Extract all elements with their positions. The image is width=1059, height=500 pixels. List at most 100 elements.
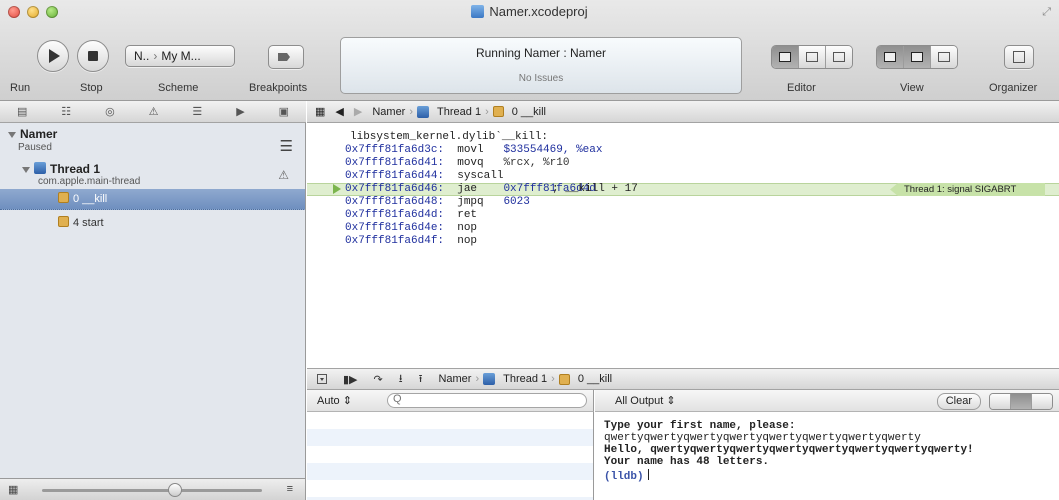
stack-compression-slider[interactable]	[42, 489, 262, 492]
assistant-editor-button[interactable]	[799, 46, 826, 68]
scheme-popup[interactable]: N.. › My M...	[125, 45, 235, 67]
editor-mode-segmented	[771, 45, 853, 69]
disassembly-editor[interactable]: libsystem_kernel.dylib`__kill: 0x7fff81f…	[307, 123, 1059, 368]
navigator-panel-icon	[884, 52, 896, 62]
breadcrumb-item-thread[interactable]: Thread 1	[437, 106, 481, 118]
hide-debug-area-icon[interactable]	[317, 374, 327, 384]
project-navigator-icon[interactable]: ▤	[17, 105, 27, 118]
chevron-right-icon: ›	[475, 373, 480, 385]
standard-editor-button[interactable]	[772, 46, 799, 68]
related-items-icon[interactable]: ▦	[315, 105, 325, 118]
utilities-panel-icon	[938, 52, 950, 62]
thread-row[interactable]: Thread 1	[22, 162, 305, 176]
issue-navigator-icon[interactable]: ⚠	[149, 105, 159, 118]
show-variables-only-button[interactable]	[990, 394, 1011, 409]
step-over-icon[interactable]: ↷	[374, 373, 383, 386]
process-row[interactable]: Namer	[8, 127, 305, 141]
breadcrumb-item-frame[interactable]: 0 __kill	[512, 106, 546, 118]
navigator-filter-bar: ▦ ≡	[0, 478, 306, 500]
issues-status: No Issues	[518, 73, 564, 84]
debug-navigator-icon[interactable]: ☰	[192, 105, 202, 118]
debug-area-icon	[911, 52, 923, 62]
window-title: Namer.xcodeproj	[0, 4, 1059, 19]
slider-knob[interactable]	[168, 483, 182, 497]
clear-console-button[interactable]: Clear	[936, 393, 981, 410]
forward-arrow-icon[interactable]: ▶	[354, 105, 362, 118]
stack-frame-icon	[58, 192, 69, 203]
symbol-navigator-icon[interactable]: ☷	[61, 105, 71, 118]
disclosure-triangle-icon	[8, 132, 16, 138]
fullscreen-icon[interactable]: ⤢	[1042, 6, 1051, 19]
breakpoints-label: Breakpoints	[249, 82, 308, 94]
instruction-pointer-icon[interactable]	[333, 184, 341, 194]
breakpoint-navigator-icon[interactable]: ▶	[236, 105, 244, 118]
debug-navigator: Namer Paused ☰ Thread 1 com.apple.main-t…	[0, 123, 306, 478]
version-editor-icon	[833, 52, 845, 62]
assistant-editor-icon	[806, 52, 818, 62]
console-output-popup[interactable]: All Output ⇕	[615, 394, 676, 407]
scheme-target: N..	[134, 49, 150, 63]
console-prompt[interactable]: (lldb)	[604, 469, 649, 483]
stack-frame[interactable]: 4 start	[58, 216, 104, 229]
breadcrumb-item-project[interactable]: Namer	[438, 373, 471, 385]
variables-scope-popup[interactable]: Auto ⇕	[317, 394, 352, 407]
show-only-crashed-icon[interactable]: ▦	[8, 483, 18, 496]
debug-breadcrumb: Namer › Thread 1 › 0 __kill	[438, 373, 612, 385]
signal-annotation[interactable]: Thread 1: signal SIGABRT	[890, 183, 1045, 196]
code-line: 0x7fff81fa6d44: syscall	[345, 170, 504, 182]
stack-frame-icon	[58, 216, 69, 227]
breadcrumb-item-thread[interactable]: Thread 1	[503, 373, 547, 385]
breakpoints-button[interactable]	[268, 45, 304, 69]
console-line: Hello, qwertyqwertyqwertyqwertyqwertyqwe…	[604, 444, 974, 456]
show-console-only-button[interactable]	[1032, 394, 1052, 409]
stack-frame-label: 0 __kill	[58, 192, 107, 205]
console-output[interactable]: Type your first name, please: qwertyqwer…	[595, 412, 1059, 500]
scheme-destination: My M...	[161, 49, 201, 63]
step-out-icon[interactable]: ⭱	[419, 370, 423, 389]
stop-button[interactable]	[77, 40, 109, 72]
step-into-icon[interactable]: ⭳	[399, 370, 403, 389]
show-both-button[interactable]	[1011, 394, 1032, 409]
code-line: 0x7fff81fa6d4e: nop	[345, 222, 478, 234]
thread-icon	[483, 373, 496, 385]
console-line: Your name has 48 letters.	[604, 456, 770, 468]
scheme-label: Scheme	[158, 82, 199, 94]
thread-queue: com.apple.main-thread	[38, 176, 141, 187]
jump-bar: ▦ ◀ ▶ Namer › Thread 1 › 0 __kill	[307, 101, 1059, 123]
xcode-window: Namer.xcodeproj ⤢ N.. › My M... Run Stop S…	[0, 0, 1059, 500]
toggle-navigator-button[interactable]	[877, 46, 904, 68]
console-header: All Output ⇕ Clear	[595, 390, 1059, 412]
variables-search-field[interactable]: Q	[387, 393, 587, 408]
breadcrumb-item-frame[interactable]: 0 __kill	[578, 373, 612, 385]
process-status: Paused	[18, 142, 52, 153]
toolbar: Namer.xcodeproj ⤢ N.. › My M... Run Stop S…	[0, 0, 1059, 101]
back-arrow-icon[interactable]: ◀	[335, 105, 343, 118]
lldb-prompt: (lldb)	[604, 471, 644, 483]
search-navigator-icon[interactable]: ◎	[105, 105, 115, 118]
text-cursor	[647, 469, 649, 480]
toggle-debug-area-button[interactable]	[904, 46, 931, 68]
log-navigator-icon[interactable]: ▣	[279, 105, 289, 118]
continue-icon[interactable]: ▮▶	[343, 373, 358, 386]
variables-list[interactable]	[307, 412, 594, 500]
stack-frame-selected[interactable]: 0 __kill	[0, 189, 305, 210]
disclosure-triangle-icon	[22, 167, 30, 173]
console-line: qwertyqwertyqwertyqwertyqwertyqwertyqwer…	[604, 432, 921, 444]
play-icon	[49, 49, 60, 63]
version-editor-button[interactable]	[826, 46, 852, 68]
toggle-utilities-button[interactable]	[931, 46, 957, 68]
editor-label: Editor	[787, 82, 816, 94]
debug-bar: ▮▶ ↷ ⭳ ⭱ Namer › Thread 1 › 0 __kill	[307, 368, 1059, 390]
debug-area-layout-segmented	[989, 393, 1053, 410]
code-line: 0x7fff81fa6d3c: movl $33554469, %eax	[345, 144, 603, 156]
run-button[interactable]	[37, 40, 69, 72]
run-label: Run	[10, 82, 31, 94]
code-comment: ; __kill + 17	[552, 183, 638, 195]
project-file-icon	[471, 5, 485, 18]
organizer-button[interactable]	[1004, 45, 1034, 69]
stack-frame-icon	[492, 106, 504, 117]
activity-viewer: Running Namer : Namer No Issues	[340, 37, 742, 94]
breadcrumb-item-project[interactable]: Namer	[372, 106, 405, 118]
organizer-icon	[1013, 51, 1025, 63]
function-header: libsystem_kernel.dylib`__kill:	[350, 131, 549, 143]
